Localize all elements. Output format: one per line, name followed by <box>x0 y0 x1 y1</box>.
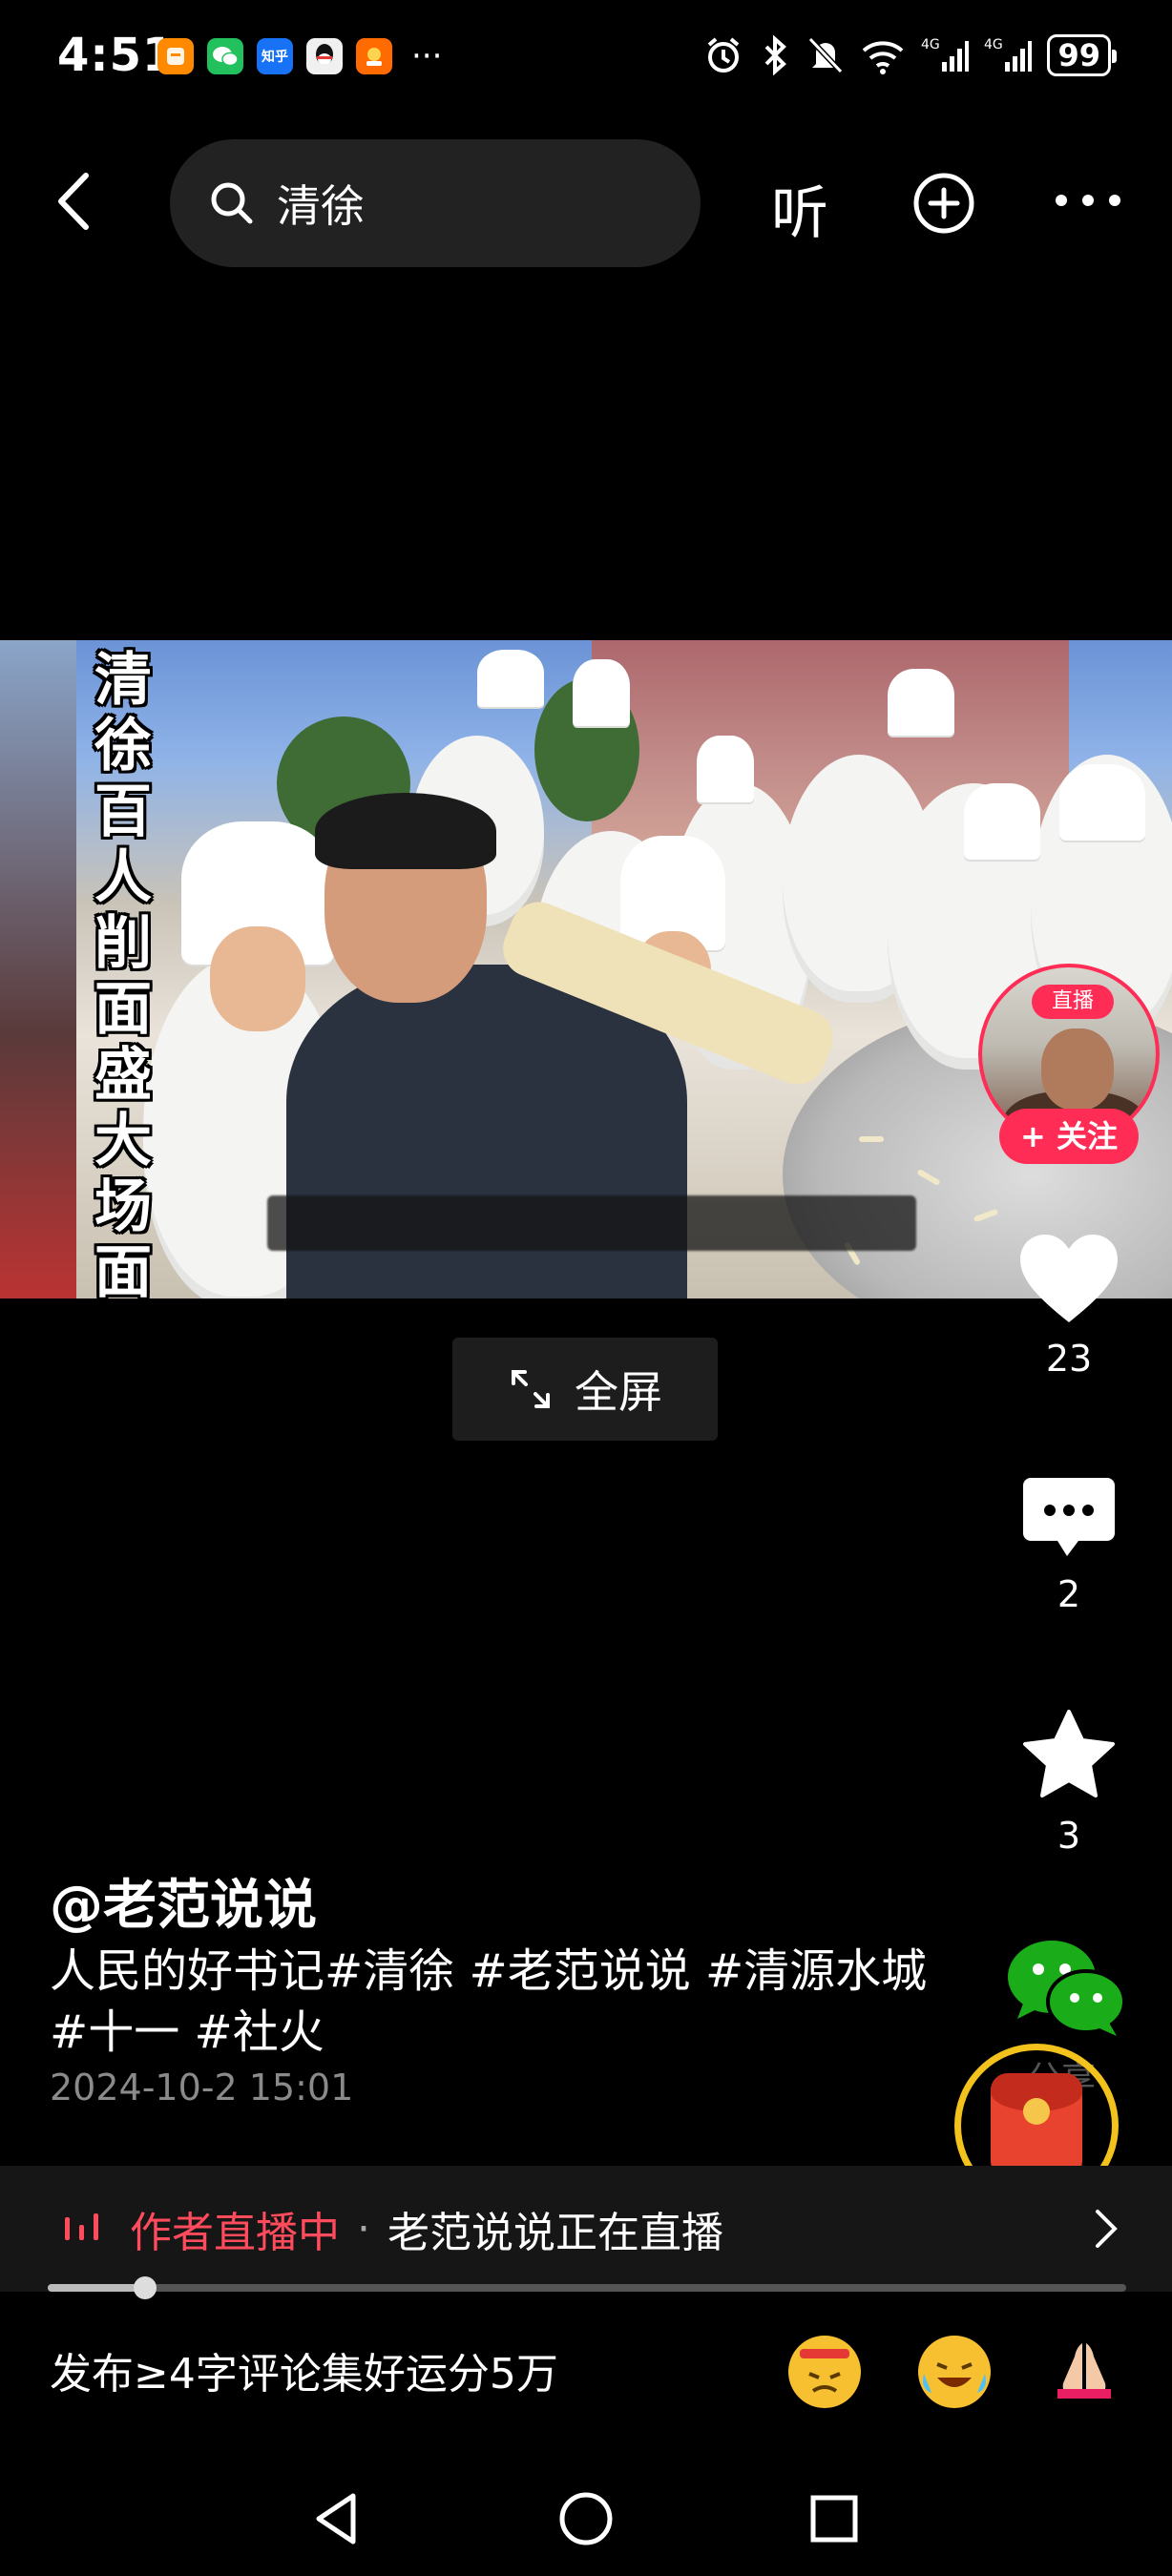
triangle-back-icon <box>316 2493 356 2545</box>
author-name[interactable]: @老范说说 <box>50 1862 317 1940</box>
signal-4g-icon-2: 4G <box>984 34 1033 76</box>
video-man-hair <box>315 793 496 869</box>
live-banner-title: 作者直播中 <box>130 2209 340 2257</box>
search-query: 清徐 <box>277 180 365 232</box>
star-icon <box>1023 1710 1115 1797</box>
comment-bar: 发布≥4字评论集好运分5万 <box>0 2299 1172 2442</box>
comment-count: 2 <box>1057 1573 1081 1615</box>
comment-input[interactable]: 发布≥4字评论集好运分5万 <box>50 2339 558 2400</box>
comment-icon <box>1023 1478 1115 1556</box>
progress-scrubber[interactable] <box>133 2276 157 2299</box>
like-button[interactable]: 23 <box>1002 1231 1136 1380</box>
favorite-count: 3 <box>1057 1815 1081 1857</box>
angry-face-icon[interactable] <box>788 2336 861 2408</box>
zhihu-label: 知乎 <box>262 50 288 65</box>
wifi-icon <box>860 34 906 76</box>
nav-back-button[interactable] <box>307 2488 368 2549</box>
live-tag: 直播 <box>1032 985 1114 1019</box>
game-app-icon <box>356 38 392 74</box>
video-blurred-subtitle <box>267 1195 916 1251</box>
comment-button[interactable]: 2 <box>1002 1474 1136 1615</box>
author-live-banner[interactable]: 作者直播中 · 老范说说正在直播 <box>0 2166 1172 2292</box>
like-count: 23 <box>1045 1338 1093 1380</box>
fullscreen-label: 全屏 <box>575 1366 662 1418</box>
live-banner-description: 老范说说正在直播 <box>387 2209 723 2257</box>
wechat-icon <box>207 38 243 74</box>
taobao-icon <box>157 38 194 74</box>
video-crowd-left <box>0 640 76 1298</box>
nav-home-button[interactable] <box>555 2488 617 2549</box>
video-progress-bar[interactable] <box>48 2276 1126 2299</box>
author-avatar-live[interactable]: 直播 + 关注 <box>978 964 1160 1164</box>
overlay-title-char: 人 <box>94 844 152 911</box>
wechat-share-icon <box>1008 1941 1126 2036</box>
wechat-share-button[interactable] <box>1004 1935 1128 2040</box>
fullscreen-button[interactable]: 全屏 <box>452 1338 718 1441</box>
more-notifications-indicator: ··· <box>411 37 443 75</box>
bluetooth-icon <box>759 34 791 76</box>
alarm-icon <box>703 34 743 76</box>
search-icon <box>211 182 253 224</box>
laughing-crying-icon[interactable] <box>918 2336 991 2408</box>
video-description: 人民的好书记#清徐 #老范说说 #清源水城 #十一 #社火 <box>50 1944 928 2059</box>
system-navigation-bar <box>0 2442 1172 2576</box>
more-button[interactable] <box>1054 181 1122 219</box>
progress-fill <box>48 2284 145 2292</box>
status-icons: 4G 4G 99 <box>703 34 1117 76</box>
signal-4g-icon: 4G <box>921 34 970 76</box>
add-button[interactable] <box>912 172 975 235</box>
overlay-title-char: 面 <box>94 976 152 1043</box>
video-chef-hat <box>573 659 630 726</box>
chevron-right-icon <box>1096 2210 1118 2248</box>
square-recents-icon <box>810 2495 858 2543</box>
expand-icon <box>512 1370 550 1408</box>
avatar-figure-head <box>1041 1028 1114 1111</box>
video-chef-hat <box>964 783 1040 860</box>
qq-icon <box>306 38 343 74</box>
overlay-title-char: 百 <box>94 779 152 845</box>
overlay-title-char: 削 <box>94 910 152 977</box>
video-noodle <box>859 1136 884 1142</box>
back-button[interactable] <box>48 168 105 235</box>
battery-level: 99 <box>1057 37 1100 73</box>
status-notification-apps: 知乎 ··· <box>157 38 442 74</box>
listen-button[interactable]: 听 <box>771 167 828 250</box>
overlay-title-char: 大 <box>94 1108 152 1174</box>
nav-recents-button[interactable] <box>804 2488 865 2549</box>
post-date: 2024-10-2 15:01 <box>50 2067 354 2109</box>
video-chef-hat <box>1059 764 1145 841</box>
heart-icon <box>1020 1235 1118 1322</box>
back-arrow-icon <box>58 173 89 230</box>
video-face <box>210 926 305 1031</box>
svg-text:4G: 4G <box>984 37 1003 52</box>
follow-button[interactable]: + 关注 <box>999 1109 1139 1164</box>
live-banner-separator: · <box>357 2204 370 2254</box>
circle-home-icon <box>559 2492 613 2545</box>
praying-hands-icon[interactable] <box>1048 2336 1120 2408</box>
overlay-title-char: 面 <box>94 1239 152 1299</box>
top-nav: 清徐 听 <box>0 134 1172 277</box>
overlay-title-char: 徐 <box>94 713 152 779</box>
search-input[interactable]: 清徐 <box>170 139 701 267</box>
mute-icon <box>806 34 845 76</box>
status-bar: 4:51 知乎 ··· 4G 4G 99 <box>0 0 1172 114</box>
svg-text:4G: 4G <box>921 37 940 52</box>
battery-indicator: 99 <box>1047 34 1117 76</box>
video-chef-hat <box>697 736 754 802</box>
plus-circle-icon <box>913 173 974 234</box>
overlay-title-char: 场 <box>94 1174 152 1240</box>
overlay-title-char: 清 <box>94 647 152 714</box>
video-chef-hat <box>888 669 954 736</box>
zhihu-icon: 知乎 <box>257 38 293 74</box>
video-chef-hat <box>477 650 544 707</box>
video-overlay-title: 清 徐 百 人 削 面 盛 大 场 面 <box>92 647 155 1299</box>
red-packet-icon <box>991 2073 1082 2178</box>
overlay-title-char: 盛 <box>94 1042 152 1109</box>
more-dots-icon <box>1056 195 1120 206</box>
live-wave-icon <box>65 2213 98 2240</box>
favorite-button[interactable]: 3 <box>1002 1708 1136 1857</box>
